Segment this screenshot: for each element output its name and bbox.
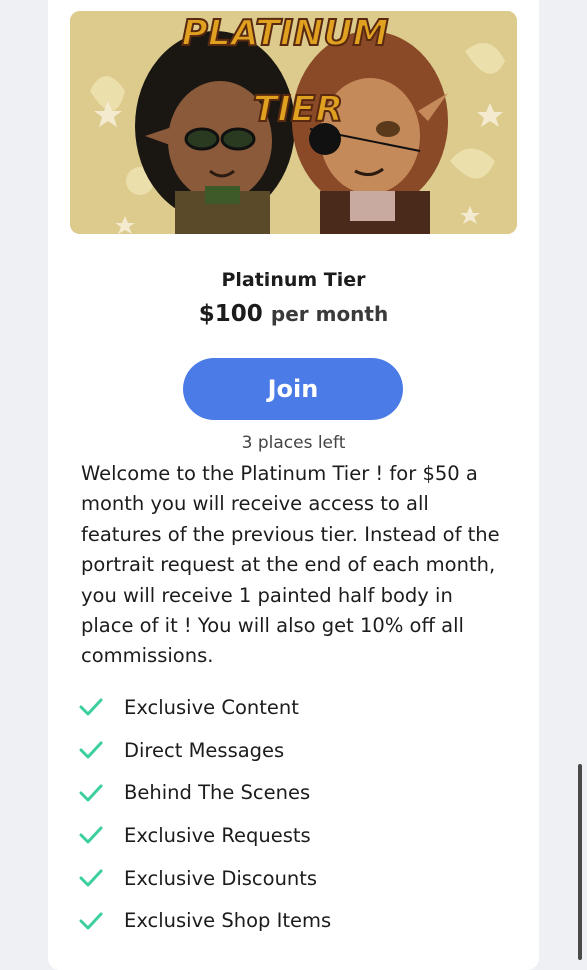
benefit-label: Exclusive Discounts — [124, 866, 318, 890]
tier-banner-image: PLATINUM TIER — [70, 11, 517, 234]
benefit-item: Exclusive Discounts — [78, 857, 331, 900]
check-icon — [79, 869, 103, 887]
check-icon — [79, 784, 103, 802]
check-icon — [79, 912, 103, 930]
benefit-item: Exclusive Shop Items — [78, 899, 331, 942]
check-icon — [79, 698, 103, 716]
tier-description: Welcome to the Platinum Tier ! for $50 a… — [81, 462, 500, 668]
banner-title-line1: PLATINUM — [182, 13, 389, 54]
benefit-label: Exclusive Shop Items — [124, 909, 332, 933]
benefit-label: Exclusive Requests — [124, 823, 311, 847]
banner-title-line2: TIER — [253, 89, 343, 130]
join-button[interactable]: Join — [183, 358, 403, 420]
benefit-item: Direct Messages — [78, 729, 331, 772]
price-line: $100 per month — [0, 301, 587, 327]
benefit-item: Exclusive Content — [78, 686, 331, 729]
check-icon — [79, 826, 103, 844]
benefit-item: Exclusive Requests — [78, 814, 331, 857]
benefit-label: Exclusive Content — [124, 695, 299, 719]
benefits-list: Exclusive Content Direct Messages Behind… — [78, 686, 331, 942]
places-left-text: 3 places left — [241, 433, 346, 453]
scrollbar-thumb[interactable] — [578, 764, 582, 960]
price-amount: $100 — [198, 301, 263, 327]
benefit-label: Behind The Scenes — [124, 781, 311, 805]
tier-title: Platinum Tier — [221, 269, 366, 291]
check-icon — [79, 741, 103, 759]
benefit-label: Direct Messages — [124, 738, 285, 762]
price-period: per month — [270, 302, 389, 326]
benefit-item: Behind The Scenes — [78, 771, 331, 814]
